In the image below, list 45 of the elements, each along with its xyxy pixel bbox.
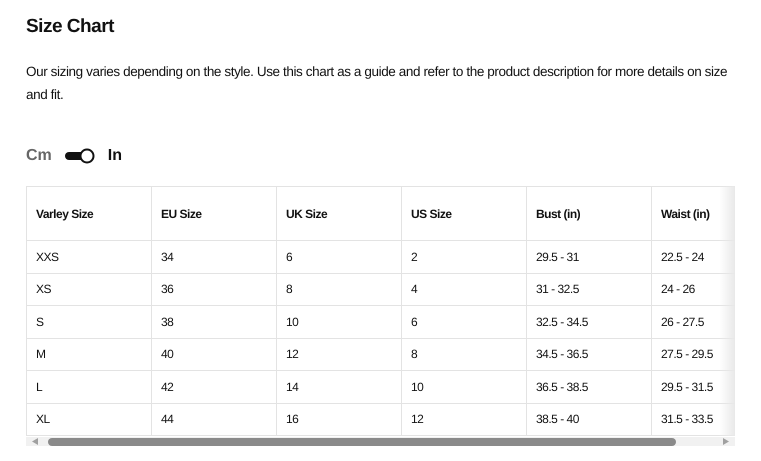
table-cell: XL xyxy=(26,403,152,436)
table-cell: 32.5 - 34.5 xyxy=(526,306,652,338)
column-header: Bust (in) xyxy=(526,186,652,240)
table-cell: 44 xyxy=(152,403,276,436)
scrollbar-thumb[interactable] xyxy=(48,438,676,446)
table-cell: 8 xyxy=(276,273,402,306)
table-cell: XS xyxy=(26,273,152,306)
table-cell: 6 xyxy=(402,306,526,338)
unit-label[interactable]: In xyxy=(108,144,122,168)
table-cell: 40 xyxy=(152,338,276,370)
table-cell: S xyxy=(26,306,152,338)
table-cell: L xyxy=(26,370,152,403)
table-cell: 6 xyxy=(276,240,402,273)
table-cell: 42 xyxy=(152,370,276,403)
unit-label[interactable]: Cm xyxy=(26,144,52,168)
table-cell: 29.5 - 31 xyxy=(526,240,652,273)
table-cell: M xyxy=(26,338,152,370)
table-cell: 8 xyxy=(402,338,526,370)
table-cell: 36.5 - 38.5 xyxy=(526,370,652,403)
column-header: EU Size xyxy=(152,186,276,240)
column-header: US Size xyxy=(402,186,526,240)
column-header: Waist (in) xyxy=(652,186,735,240)
toggle-switch[interactable] xyxy=(64,148,96,164)
table-cell: 12 xyxy=(276,338,402,370)
table-cell: 36 xyxy=(152,273,276,306)
horizontal-scrollbar[interactable] xyxy=(26,437,735,446)
table-cell: 38 xyxy=(152,306,276,338)
table-cell: 4 xyxy=(402,273,526,306)
table-cell: 34 xyxy=(152,240,276,273)
scroll-left-icon[interactable] xyxy=(32,438,38,445)
table-cell: 16 xyxy=(276,403,402,436)
description-text: Our sizing varies depending on the style. Use this chart as a guide and refer to the product description for more details on size and fit. xyxy=(26,63,728,104)
page-title: Size Chart xyxy=(26,15,116,39)
table-cell: 2 xyxy=(402,240,526,273)
table-cell: 31 - 32.5 xyxy=(526,273,652,306)
table-cell: 10 xyxy=(276,306,402,338)
column-header: Varley Size xyxy=(26,186,152,240)
table-cell: XXS xyxy=(26,240,152,273)
table-cell: 38.5 - 40 xyxy=(526,403,652,436)
scroll-right-icon[interactable] xyxy=(723,438,729,445)
table-cell: 34.5 - 36.5 xyxy=(526,338,652,370)
table-cell: 14 xyxy=(276,370,402,403)
table-cell: 12 xyxy=(402,403,526,436)
column-header: UK Size xyxy=(276,186,402,240)
table-cell: 10 xyxy=(402,370,526,403)
